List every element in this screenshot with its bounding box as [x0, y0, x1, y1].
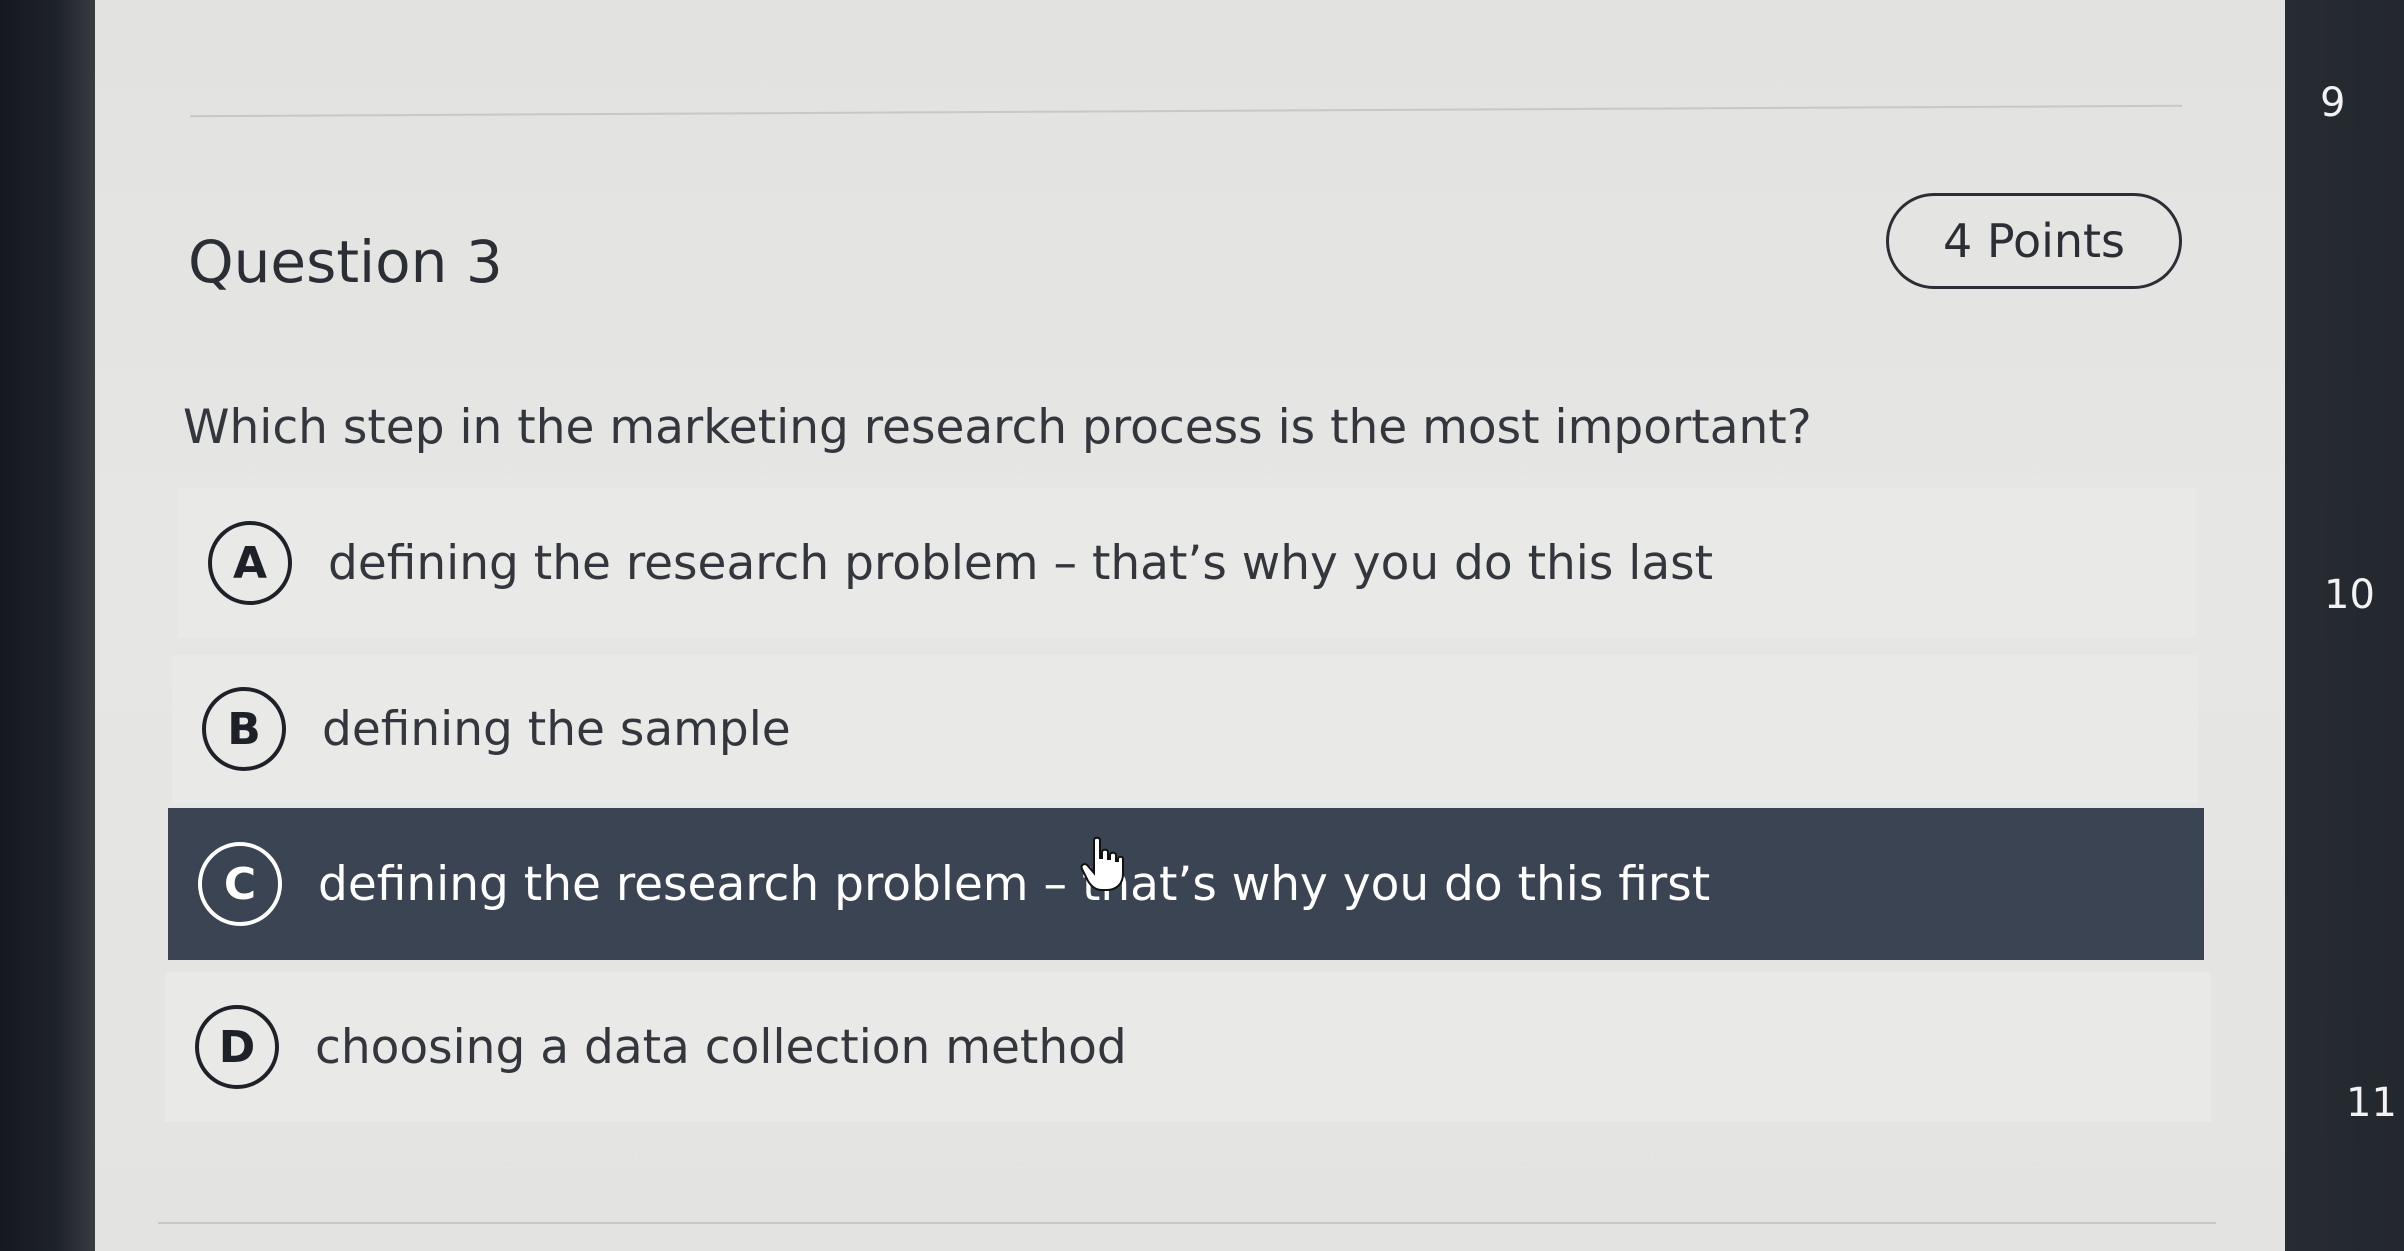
answer-option-c[interactable]: C defining the research problem – that’s…	[168, 808, 2204, 960]
nav-question-11[interactable]: 11	[2346, 1080, 2397, 1126]
answer-option-d[interactable]: D choosing a data collection method	[165, 972, 2211, 1122]
points-badge: 4 Points	[1886, 193, 2182, 289]
option-letter-d: D	[195, 1005, 279, 1089]
answer-option-a[interactable]: A defining the research problem – that’s…	[178, 488, 2196, 638]
bottom-divider	[158, 1222, 2216, 1224]
hand-pointer-icon	[1080, 836, 1124, 891]
points-label: 4 Points	[1942, 214, 2126, 268]
option-text-d: choosing a data collection method	[315, 1019, 1127, 1075]
question-title: Question 3	[188, 228, 503, 296]
option-letter-c: C	[198, 842, 282, 926]
option-text-b: defining the sample	[322, 701, 791, 757]
option-letter-b: B	[202, 687, 286, 771]
question-nav-rail	[2285, 0, 2404, 1251]
option-text-a: defining the research problem – that’s w…	[328, 535, 1714, 591]
nav-question-9[interactable]: 9	[2320, 80, 2345, 126]
nav-question-10[interactable]: 10	[2324, 572, 2375, 618]
answer-option-b[interactable]: B defining the sample	[172, 655, 2198, 803]
option-letter-a: A	[208, 521, 292, 605]
question-prompt: Which step in the marketing research pro…	[183, 400, 1812, 455]
screen: Question 3 4 Points Which step in the ma…	[0, 0, 2404, 1251]
option-text-c: defining the research problem – that’s w…	[318, 856, 1711, 912]
